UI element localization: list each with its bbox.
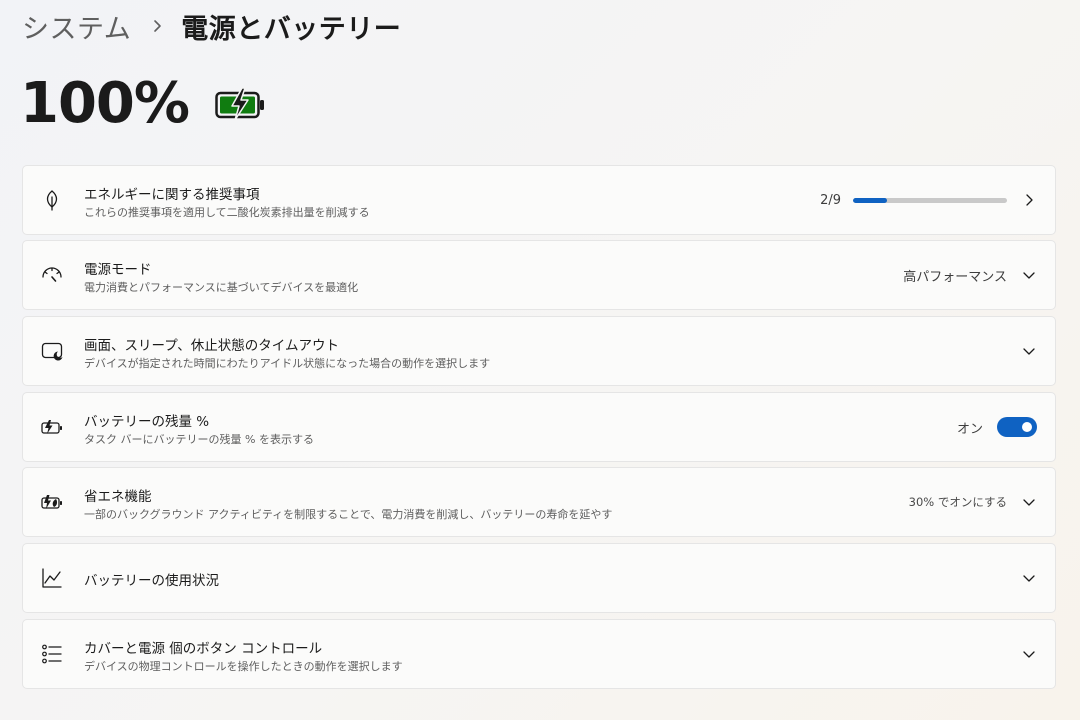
- card-subtitle: 一部のバックグラウンド アクティビティを制限することで、電力消費を削減し、バッテ…: [84, 508, 613, 521]
- battery-percent: 100%: [20, 71, 190, 136]
- energy-recommendations-card[interactable]: エネルギーに関する推奨事項 これらの推奨事項を適用して二酸化炭素排出量を削減する…: [22, 165, 1056, 235]
- page-title: 電源とバッテリー: [181, 13, 402, 45]
- card-title: バッテリーの使用状況: [84, 573, 219, 589]
- card-subtitle: 電力消費とパフォーマンスに基づいてデバイスを最適化: [84, 281, 359, 294]
- toggle-state-label: オン: [956, 421, 983, 437]
- chevron-down-icon[interactable]: [1021, 494, 1037, 510]
- card-subtitle: デバイスが指定された時間にわたりアイドル状態になった場合の動作を選択します: [84, 357, 491, 370]
- breadcrumb: システム 電源とバッテリー: [22, 6, 401, 46]
- card-title: 省エネ機能: [84, 489, 152, 505]
- breadcrumb-parent-link[interactable]: システム: [22, 7, 131, 46]
- card-title: カバーと電源 個のボタン コントロール: [84, 641, 323, 657]
- card-title: 電源モード: [84, 262, 152, 278]
- toggle-knob: [1022, 422, 1032, 432]
- sleep-timeout-card[interactable]: 画面、スリープ、休止状態のタイムアウト デバイスが指定された時間にわたりアイドル…: [22, 316, 1056, 386]
- battery-small-icon: [41, 420, 62, 434]
- screen-sleep-icon: [41, 342, 63, 361]
- chevron-right-icon: [154, 20, 162, 32]
- battery-saver-icon: [41, 495, 62, 509]
- chevron-down-icon[interactable]: [1021, 570, 1037, 586]
- lid-power-button-card[interactable]: カバーと電源 個のボタン コントロール デバイスの物理コントロールを操作したとき…: [22, 619, 1056, 689]
- energy-saver-card[interactable]: 省エネ機能 一部のバックグラウンド アクティビティを制限することで、電力消費を削…: [22, 467, 1056, 537]
- battery-status: 100%: [20, 72, 265, 136]
- card-title: 画面、スリープ、休止状態のタイムアウト: [84, 338, 340, 354]
- card-subtitle: これらの推奨事項を適用して二酸化炭素排出量を削減する: [84, 206, 370, 219]
- progress-fill: [853, 197, 888, 203]
- battery-usage-card[interactable]: バッテリーの使用状況: [22, 543, 1056, 613]
- card-title: バッテリーの残量 %: [84, 414, 210, 430]
- chevron-down-icon[interactable]: [1021, 343, 1037, 359]
- list-controls-icon: [42, 644, 62, 664]
- chevron-down-icon: [1023, 272, 1035, 279]
- chevron-right-icon: [1026, 194, 1033, 206]
- power-mode-dropdown[interactable]: 高パフォーマンス: [903, 266, 1007, 285]
- power-mode-card[interactable]: 電源モード 電力消費とパフォーマンスに基づいてデバイスを最適化 高パフォーマンス: [22, 240, 1056, 310]
- chevron-down-icon[interactable]: [1021, 646, 1037, 662]
- speedometer-icon: [42, 267, 62, 282]
- card-subtitle: デバイスの物理コントロールを操作したときの動作を選択します: [84, 660, 403, 673]
- battery-percentage-card: バッテリーの残量 % タスク バーにバッテリーの残量 % を表示する オン: [22, 392, 1056, 462]
- battery-percentage-toggle[interactable]: [997, 417, 1037, 437]
- battery-charging-icon: [215, 87, 265, 121]
- card-title: エネルギーに関する推奨事項: [84, 187, 260, 203]
- line-chart-icon: [42, 568, 62, 588]
- energy-saver-threshold: 30% でオンにする: [908, 495, 1007, 509]
- leaf-icon: [46, 190, 58, 211]
- card-subtitle: タスク バーにバッテリーの残量 % を表示する: [84, 433, 314, 446]
- recommendations-progress-text: 2/9: [820, 192, 841, 208]
- recommendations-progress-bar: [853, 197, 1007, 203]
